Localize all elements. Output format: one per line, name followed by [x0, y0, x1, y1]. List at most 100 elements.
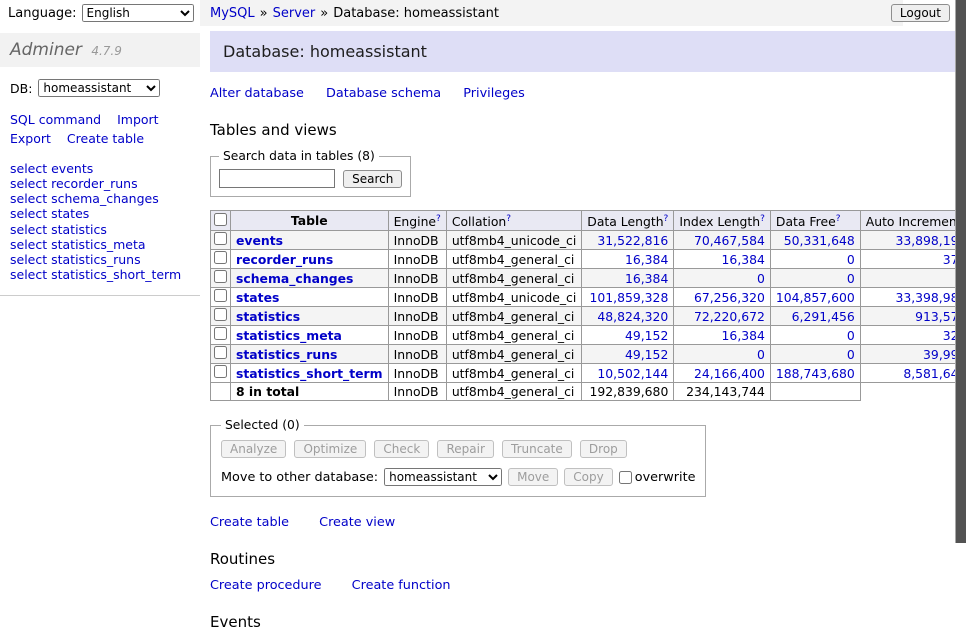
- index-length-link[interactable]: 67,256,320: [694, 290, 765, 305]
- row-checkbox[interactable]: [214, 251, 227, 264]
- check-button[interactable]: Check: [374, 440, 429, 458]
- collation-cell: utf8mb4_general_ci: [446, 269, 581, 288]
- copy-button[interactable]: Copy: [564, 468, 612, 486]
- row-checkbox[interactable]: [214, 289, 227, 302]
- language-select[interactable]: English: [82, 4, 194, 22]
- sidebar-link-create-table[interactable]: Create table: [67, 131, 144, 146]
- collation-cell: utf8mb4_general_ci: [446, 307, 581, 326]
- truncate-button[interactable]: Truncate: [502, 440, 572, 458]
- help-link[interactable]: ?: [506, 214, 511, 224]
- breadcrumb-server-link[interactable]: Server: [273, 6, 316, 21]
- row-checkbox[interactable]: [214, 232, 227, 245]
- help-link[interactable]: ?: [436, 214, 441, 224]
- data-length-link[interactable]: 49,152: [625, 347, 668, 362]
- table-link[interactable]: recorder_runs: [236, 252, 333, 267]
- analyze-button[interactable]: Analyze: [221, 440, 286, 458]
- table-link[interactable]: schema_changes: [236, 271, 353, 286]
- breadcrumb-separator: »: [260, 6, 268, 21]
- index-length-link[interactable]: 24,166,400: [694, 366, 765, 381]
- database-nav-links: Alter database Database schema Privilege…: [210, 86, 966, 101]
- events-heading: Events: [210, 613, 966, 631]
- row-checkbox[interactable]: [214, 365, 227, 378]
- drop-button[interactable]: Drop: [580, 440, 627, 458]
- data-length-link[interactable]: 16,384: [625, 271, 668, 286]
- data-free-link[interactable]: 0: [847, 328, 855, 343]
- create-view-link[interactable]: Create view: [319, 515, 395, 530]
- search-input[interactable]: [219, 169, 335, 188]
- data-free-link[interactable]: 0: [847, 347, 855, 362]
- data-free-link[interactable]: 0: [847, 252, 855, 267]
- table-link[interactable]: statistics_runs: [236, 347, 337, 362]
- scrollbar-thumb[interactable]: [955, 0, 966, 543]
- col-header-collation: Collation?: [446, 211, 581, 231]
- sidebar-item-select-statistics-runs[interactable]: select statistics_runs: [10, 252, 190, 267]
- repair-button[interactable]: Repair: [437, 440, 493, 458]
- index-length-link[interactable]: 16,384: [722, 328, 765, 343]
- data-length-link[interactable]: 101,859,328: [590, 290, 669, 305]
- row-checkbox[interactable]: [214, 327, 227, 340]
- index-length-link[interactable]: 16,384: [722, 252, 765, 267]
- language-area: Language: English: [0, 4, 200, 22]
- move-database-select[interactable]: homeassistant: [384, 468, 502, 486]
- main-content: Database: homeassistant Alter database D…: [200, 26, 966, 631]
- overwrite-checkbox[interactable]: [619, 471, 632, 484]
- row-checkbox[interactable]: [214, 346, 227, 359]
- data-free-link[interactable]: 50,331,648: [784, 233, 855, 248]
- help-link[interactable]: ?: [760, 214, 765, 224]
- routines-heading: Routines: [210, 550, 966, 568]
- search-button[interactable]: Search: [343, 170, 402, 188]
- data-free-link[interactable]: 104,857,600: [776, 290, 855, 305]
- breadcrumb: MySQL » Server » Database: homeassistant: [200, 0, 903, 26]
- sidebar-item-select-statistics[interactable]: select statistics: [10, 222, 190, 237]
- sidebar-item-select-events[interactable]: select events: [10, 161, 190, 176]
- collation-cell: utf8mb4_unicode_ci: [446, 231, 581, 250]
- table-link[interactable]: states: [236, 290, 279, 305]
- engine-cell: InnoDB: [388, 231, 446, 250]
- data-free-link[interactable]: 0: [847, 271, 855, 286]
- data-length-link[interactable]: 16,384: [625, 252, 668, 267]
- move-button[interactable]: Move: [508, 468, 558, 486]
- data-length-link[interactable]: 31,522,816: [597, 233, 668, 248]
- help-link[interactable]: ?: [836, 214, 841, 224]
- tables-overview-table: Table Engine? Collation? Data Length? In…: [210, 210, 966, 401]
- sidebar-item-select-schema-changes[interactable]: select schema_changes: [10, 191, 190, 206]
- data-length-link[interactable]: 48,824,320: [597, 309, 668, 324]
- database-schema-link[interactable]: Database schema: [326, 86, 441, 101]
- sidebar-item-select-statistics-meta[interactable]: select statistics_meta: [10, 237, 190, 252]
- create-table-link[interactable]: Create table: [210, 515, 289, 530]
- row-checkbox[interactable]: [214, 270, 227, 283]
- help-link[interactable]: ?: [664, 214, 669, 224]
- db-select[interactable]: homeassistant: [38, 79, 160, 97]
- table-link[interactable]: statistics_meta: [236, 328, 342, 343]
- data-free-link[interactable]: 6,291,456: [792, 309, 855, 324]
- create-function-link[interactable]: Create function: [352, 578, 451, 593]
- row-checkbox[interactable]: [214, 308, 227, 321]
- index-length-link[interactable]: 0: [757, 347, 765, 362]
- create-procedure-link[interactable]: Create procedure: [210, 578, 322, 593]
- sidebar-link-export[interactable]: Export: [10, 131, 51, 146]
- table-link[interactable]: statistics: [236, 309, 300, 324]
- select-all-checkbox[interactable]: [214, 213, 227, 226]
- index-length-link[interactable]: 0: [757, 271, 765, 286]
- app-name: Adminer: [10, 40, 82, 60]
- sidebar-link-import[interactable]: Import: [117, 112, 159, 127]
- sidebar-actions: SQL command Import Export Create table: [0, 97, 200, 149]
- optimize-button[interactable]: Optimize: [294, 440, 366, 458]
- data-length-link[interactable]: 10,502,144: [597, 366, 668, 381]
- sidebar-item-select-statistics-short-term[interactable]: select statistics_short_term: [10, 267, 190, 282]
- total-engine: InnoDB: [388, 383, 446, 401]
- index-length-link[interactable]: 72,220,672: [694, 309, 765, 324]
- sidebar-item-select-recorder-runs[interactable]: select recorder_runs: [10, 176, 190, 191]
- privileges-link[interactable]: Privileges: [463, 86, 525, 101]
- alter-database-link[interactable]: Alter database: [210, 86, 304, 101]
- data-length-link[interactable]: 49,152: [625, 328, 668, 343]
- sidebar-link-sql-command[interactable]: SQL command: [10, 112, 101, 127]
- vertical-scrollbar[interactable]: [955, 0, 966, 543]
- table-link[interactable]: statistics_short_term: [236, 366, 383, 381]
- breadcrumb-mysql-link[interactable]: MySQL: [210, 6, 255, 21]
- table-link[interactable]: events: [236, 233, 283, 248]
- index-length-link[interactable]: 70,467,584: [694, 233, 765, 248]
- data-free-link[interactable]: 188,743,680: [776, 366, 855, 381]
- sidebar-item-select-states[interactable]: select states: [10, 206, 190, 221]
- logout-button[interactable]: Logout: [891, 4, 950, 22]
